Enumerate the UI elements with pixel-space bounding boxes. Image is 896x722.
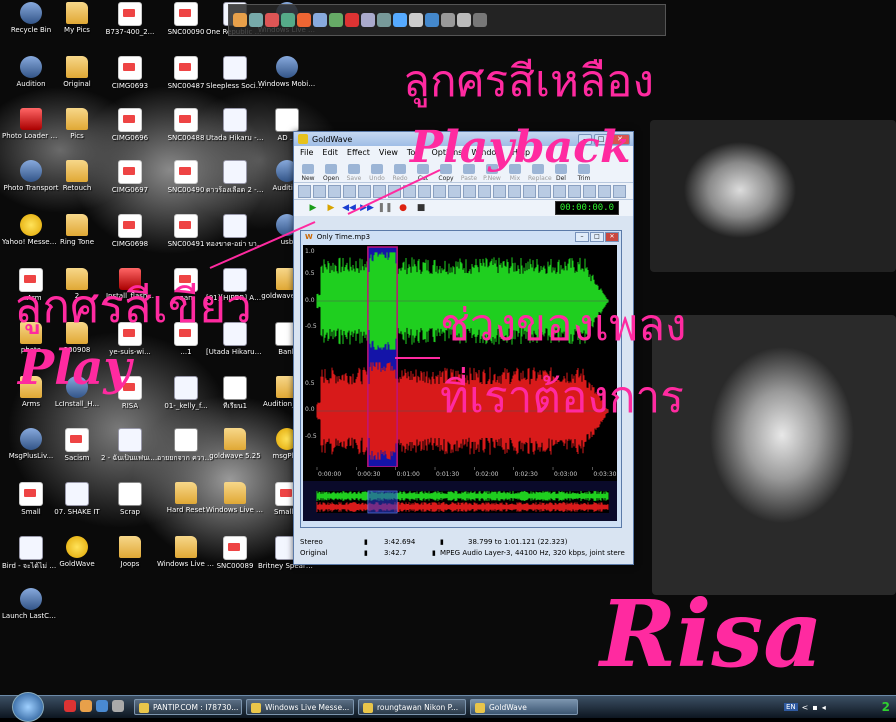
annotation-lines (209, 169, 441, 359)
taskbar-item[interactable]: PANTIP.COM : I78730... (134, 699, 242, 715)
quicklaunch-icon[interactable] (80, 700, 92, 712)
start-button[interactable] (12, 692, 44, 722)
volume-icon[interactable]: ◂ (822, 703, 826, 712)
quicklaunch-icon[interactable] (64, 700, 76, 712)
pointer-line (347, 169, 441, 215)
taskbar-item[interactable]: roungtawan Nikon P... (358, 699, 466, 715)
desktop: Recycle Bin My Pics B737-400_2... SNC00090 O… (0, 0, 896, 695)
taskbar-item-active[interactable]: GoldWave (470, 699, 578, 715)
clock[interactable]: 2 (882, 700, 890, 714)
taskbar: PANTIP.COM : I78730... Windows Live Mess… (0, 692, 896, 722)
tray-expand-icon[interactable]: < (802, 703, 809, 712)
language-indicator[interactable]: EN (784, 703, 798, 711)
network-icon[interactable]: ▪ (812, 703, 817, 712)
taskbar-item[interactable]: Windows Live Messe... (246, 699, 354, 715)
quicklaunch-icon[interactable] (112, 700, 124, 712)
quicklaunch-icon[interactable] (96, 700, 108, 712)
pointer-line (209, 221, 316, 269)
system-tray: EN < ▪ ◂ 2 (780, 696, 896, 718)
